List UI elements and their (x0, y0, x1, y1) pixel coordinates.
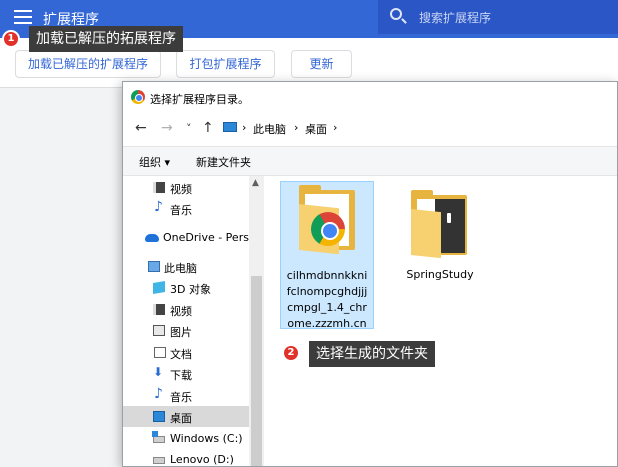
folder-name: cilhmdbnnkknifclnompcghdjjjcmpgl_1.4_chr… (286, 269, 368, 330)
new-folder-button[interactable]: 新建文件夹 (196, 154, 251, 170)
folder-item-selected[interactable]: cilhmdbnnkknifclnompcghdjjjcmpgl_1.4_chr… (280, 181, 374, 330)
desktop-icon (153, 411, 165, 422)
music-icon (153, 199, 165, 215)
download-icon (153, 365, 165, 379)
dialog-navbar: ← → ˅ ↑ › 此电脑 › 桌面 › (123, 112, 617, 146)
music-icon (153, 386, 165, 402)
chrome-icon (311, 212, 345, 246)
breadcrumb-this-pc[interactable]: 此电脑 (253, 121, 286, 137)
search-icon (390, 8, 402, 20)
callout-step-1: 加载已解压的拓展程序 (29, 26, 183, 52)
step-badge-2: 2 (282, 344, 300, 362)
folder-item[interactable]: SpringStudy (393, 181, 487, 291)
3d-objects-icon (153, 280, 165, 295)
search-placeholder: 搜索扩展程序 (419, 11, 492, 25)
breadcrumb-desktop[interactable]: 桌面 (305, 121, 327, 137)
navigation-pane: 视频 音乐 OneDrive - Perso 此电脑 3D 对象 视频 图片 (123, 176, 249, 466)
update-button[interactable]: 更新 (291, 50, 352, 78)
callout-step-2: 选择生成的文件夹 (309, 341, 435, 367)
sidebar-item-desktop[interactable]: 桌面 (123, 406, 249, 427)
address-bar[interactable]: › 此电脑 › 桌面 › (219, 118, 617, 140)
drive-icon (153, 457, 165, 464)
load-unpacked-button[interactable]: 加载已解压的扩展程序 (15, 50, 161, 78)
folder-icon (411, 190, 467, 259)
computer-icon (148, 261, 160, 272)
search-box[interactable]: 搜索扩展程序 (378, 0, 618, 34)
breadcrumb-chevron-icon[interactable]: › (333, 121, 337, 134)
breadcrumb-chevron-icon[interactable]: › (242, 121, 246, 134)
dialog-titlebar: 选择扩展程序目录。 (123, 82, 617, 112)
scrollbar-thumb[interactable] (251, 276, 262, 466)
sidebar-item-music-pc[interactable]: 音乐 (123, 385, 249, 406)
recent-locations-icon[interactable]: ˅ (186, 122, 192, 135)
back-arrow-icon[interactable]: ← (135, 120, 147, 136)
navigation-scrollbar[interactable]: ▲ (249, 176, 264, 466)
step-badge-1: 1 (2, 30, 20, 48)
sidebar-item-documents[interactable]: 文档 (123, 342, 249, 363)
sidebar-item-videos-pc[interactable]: 视频 (123, 299, 249, 320)
sidebar-item-videos[interactable]: 视频 (123, 177, 249, 198)
onedrive-icon (145, 234, 159, 242)
desktop-location-icon (223, 122, 237, 132)
folder-name: SpringStudy (406, 268, 474, 281)
file-list: cilhmdbnnkknifclnompcghdjjjcmpgl_1.4_chr… (265, 176, 617, 466)
chrome-icon (131, 90, 145, 104)
folder-icon (299, 185, 355, 255)
sidebar-item-3d-objects[interactable]: 3D 对象 (123, 277, 249, 298)
breadcrumb-chevron-icon[interactable]: › (294, 121, 298, 134)
sidebar-item-pictures[interactable]: 图片 (123, 320, 249, 341)
pictures-icon (153, 325, 165, 336)
command-bar: 组织 ▾ 新建文件夹 (123, 146, 617, 176)
video-icon (153, 304, 165, 315)
sidebar-item-drive-d[interactable]: Lenovo (D:) (123, 449, 249, 466)
organize-menu[interactable]: 组织 ▾ (139, 154, 170, 170)
sidebar-item-music[interactable]: 音乐 (123, 198, 249, 219)
dialog-title: 选择扩展程序目录。 (150, 93, 249, 106)
windows-drive-icon (152, 431, 165, 443)
pack-extension-button[interactable]: 打包扩展程序 (176, 50, 275, 78)
documents-icon (154, 347, 166, 358)
sidebar-item-onedrive[interactable]: OneDrive - Perso (123, 227, 249, 248)
sidebar-item-drive-c[interactable]: Windows (C:) (123, 428, 249, 449)
forward-arrow-icon[interactable]: → (161, 120, 173, 136)
menu-icon[interactable] (14, 10, 32, 24)
sidebar-item-this-pc[interactable]: 此电脑 (123, 256, 249, 277)
folder-picker-dialog: 选择扩展程序目录。 ← → ˅ ↑ › 此电脑 › 桌面 › 组织 ▾ 新建文件… (122, 81, 618, 467)
up-arrow-icon[interactable]: ↑ (202, 120, 214, 136)
video-icon (153, 182, 165, 193)
scroll-up-icon[interactable]: ▲ (252, 178, 259, 188)
sidebar-item-downloads[interactable]: 下载 (123, 363, 249, 384)
